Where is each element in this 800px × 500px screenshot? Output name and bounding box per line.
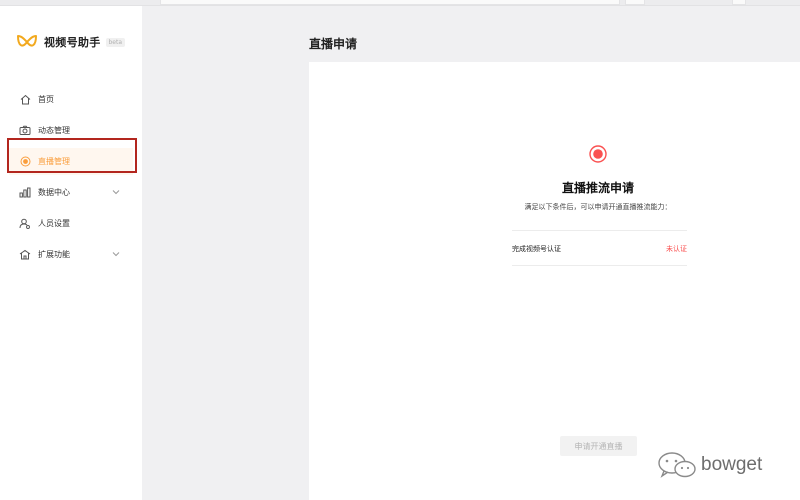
extension-icon bbox=[19, 249, 31, 261]
card-subtitle: 满足以下条件后，可以申请开通直播推流能力： bbox=[524, 203, 672, 211]
requirement-label: 完成视频号认证 bbox=[512, 245, 561, 253]
sidebar-nav: 首页 动态管理 直播管理 数据中心 人员设置 扩展功能 bbox=[0, 84, 142, 270]
card-heading: 直播推流申请 bbox=[561, 181, 634, 195]
wechat-logo-icon bbox=[658, 452, 696, 478]
sidebar-item-label: 动态管理 bbox=[38, 126, 70, 135]
watermark-text: bowget bbox=[701, 454, 763, 475]
camera-icon bbox=[19, 125, 31, 137]
top-bar-segment bbox=[732, 0, 746, 5]
apply-live-button[interactable]: 申请开通直播 bbox=[560, 436, 637, 456]
channels-logo-icon bbox=[17, 35, 37, 47]
beta-badge: beta bbox=[105, 37, 126, 47]
watermark: bowget bbox=[656, 450, 762, 480]
sidebar-item-label: 直播管理 bbox=[38, 157, 70, 166]
sidebar-item-label: 数据中心 bbox=[38, 188, 70, 197]
bar-chart-icon bbox=[19, 187, 31, 199]
sidebar-item-extensions[interactable]: 扩展功能 bbox=[0, 239, 142, 270]
requirement-status: 未认证 bbox=[666, 245, 687, 253]
user-settings-icon bbox=[19, 218, 31, 230]
app-name: 视频号助手 bbox=[44, 36, 101, 49]
chevron-down-icon[interactable] bbox=[112, 250, 120, 258]
home-icon bbox=[19, 94, 31, 106]
sidebar-item-home[interactable]: 首页 bbox=[0, 84, 142, 115]
sidebar-item-staff-settings[interactable]: 人员设置 bbox=[0, 208, 142, 239]
sidebar-item-posts[interactable]: 动态管理 bbox=[0, 115, 142, 146]
sidebar-item-data-center[interactable]: 数据中心 bbox=[0, 177, 142, 208]
sidebar-item-label: 首页 bbox=[38, 95, 54, 104]
sidebar: 视频号助手 beta 首页 动态管理 直播管理 数据中心 人员设置 扩展功能 bbox=[0, 6, 142, 500]
live-application-card: 直播推流申请 满足以下条件后，可以申请开通直播推流能力： 完成视频号认证 未认证… bbox=[309, 62, 800, 500]
brand[interactable]: 视频号助手 beta bbox=[16, 32, 126, 52]
live-record-icon bbox=[19, 156, 31, 168]
sidebar-item-live[interactable]: 直播管理 bbox=[0, 146, 142, 177]
live-record-icon bbox=[589, 145, 607, 163]
sidebar-item-label: 人员设置 bbox=[38, 219, 70, 228]
top-bar-segment bbox=[160, 0, 620, 5]
sidebar-item-label: 扩展功能 bbox=[38, 250, 70, 259]
page-title: 直播申请 bbox=[309, 37, 358, 51]
top-bar-segment bbox=[625, 0, 645, 5]
chevron-down-icon[interactable] bbox=[112, 188, 120, 196]
requirement-row: 完成视频号认证 未认证 bbox=[512, 230, 687, 266]
